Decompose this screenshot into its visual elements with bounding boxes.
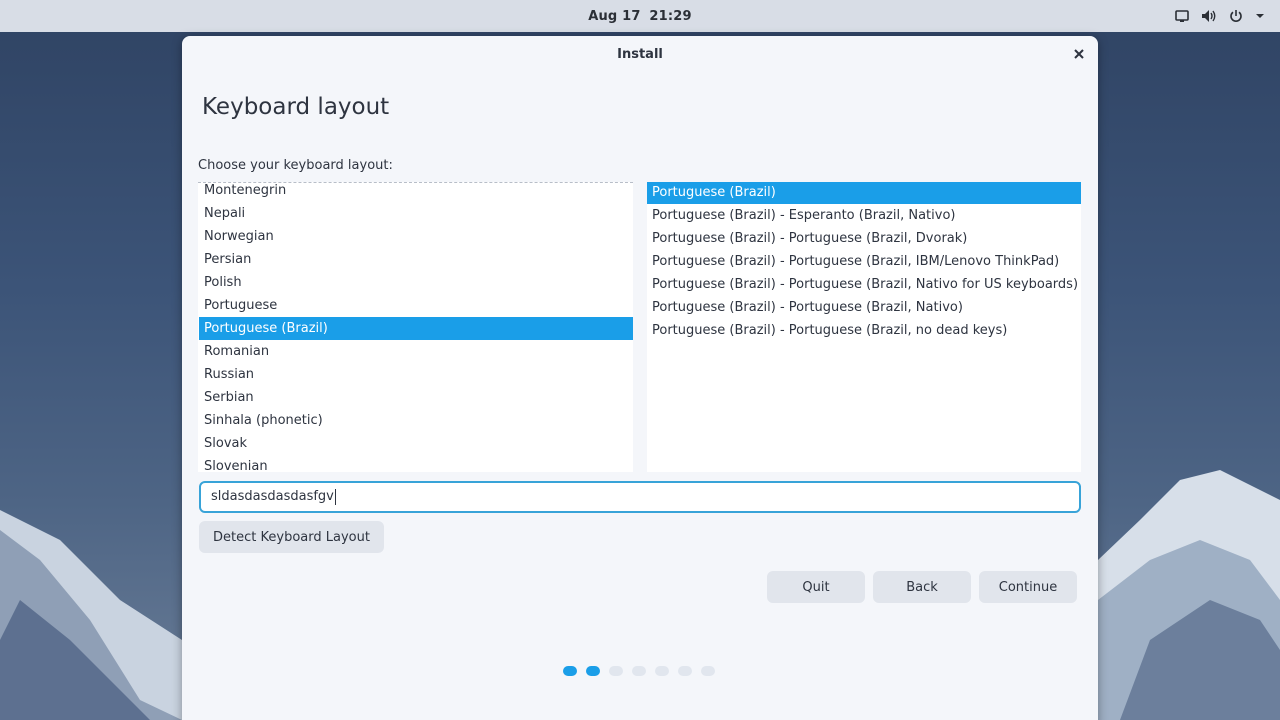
layout-list-item[interactable]: Norwegian [199, 225, 633, 248]
layout-list-item[interactable]: Nepali [199, 202, 633, 225]
variant-list-item[interactable]: Portuguese (Brazil) - Esperanto (Brazil,… [647, 204, 1081, 227]
back-button[interactable]: Back [873, 571, 971, 603]
variant-list-item[interactable]: Portuguese (Brazil) [647, 182, 1081, 204]
layout-list[interactable]: Montenegrin Nepali Norwegian Persian Polish P… [198, 182, 633, 472]
layout-list-item[interactable]: Slovak [199, 432, 633, 455]
keyboard-test-input[interactable]: sldasdasdasdasfgv [199, 481, 1081, 513]
close-button[interactable] [1070, 45, 1088, 63]
screen-icon[interactable] [1174, 8, 1190, 24]
clock[interactable]: Aug 17 21:29 [586, 9, 694, 24]
install-window: Install Keyboard layout Choose your keyb… [182, 36, 1098, 720]
progress-dot [701, 666, 715, 676]
layout-prompt: Choose your keyboard layout: [198, 158, 393, 173]
volume-icon[interactable] [1200, 8, 1218, 24]
progress-dot [632, 666, 646, 676]
top-bar: Aug 17 21:29 [0, 0, 1280, 32]
layout-list-item[interactable]: Romanian [199, 340, 633, 363]
layout-list-item[interactable]: Portuguese [199, 294, 633, 317]
close-icon [1074, 49, 1084, 59]
caret-down-icon[interactable] [1254, 8, 1266, 24]
variant-list-item[interactable]: Portuguese (Brazil) - Portuguese (Brazil… [647, 319, 1081, 342]
variant-list-item[interactable]: Portuguese (Brazil) - Portuguese (Brazil… [647, 227, 1081, 250]
window-title: Install [617, 46, 663, 62]
layout-list-item[interactable]: Montenegrin [199, 183, 633, 202]
layout-list-item[interactable]: Persian [199, 248, 633, 271]
progress-dot [655, 666, 669, 676]
progress-indicator [563, 666, 715, 676]
clock-time: 21:29 [649, 8, 692, 24]
layout-list-item[interactable]: Slovenian [199, 455, 633, 472]
clock-date: Aug 17 [588, 8, 641, 24]
system-tray[interactable] [1174, 0, 1266, 32]
progress-dot [609, 666, 623, 676]
progress-dot [563, 666, 577, 676]
keyboard-test-text: sldasdasdasdasfgv [211, 489, 334, 504]
title-bar[interactable]: Install [182, 36, 1098, 72]
variant-list-item[interactable]: Portuguese (Brazil) - Portuguese (Brazil… [647, 296, 1081, 319]
variant-list[interactable]: Portuguese (Brazil) Portuguese (Brazil) -… [647, 182, 1081, 472]
continue-button[interactable]: Continue [979, 571, 1077, 603]
layout-list-item[interactable]: Portuguese (Brazil) [199, 317, 633, 340]
layout-list-item[interactable]: Russian [199, 363, 633, 386]
variant-list-item[interactable]: Portuguese (Brazil) - Portuguese (Brazil… [647, 273, 1081, 296]
progress-dot [678, 666, 692, 676]
layout-list-item[interactable]: Sinhala (phonetic) [199, 409, 633, 432]
detect-keyboard-layout-button[interactable]: Detect Keyboard Layout [199, 521, 384, 553]
layout-list-item[interactable]: Serbian [199, 386, 633, 409]
text-caret [334, 488, 336, 505]
power-icon[interactable] [1228, 8, 1244, 24]
progress-dot [586, 666, 600, 676]
layout-list-item[interactable]: Polish [199, 271, 633, 294]
quit-button[interactable]: Quit [767, 571, 865, 603]
page-title: Keyboard layout [202, 94, 390, 120]
variant-list-item[interactable]: Portuguese (Brazil) - Portuguese (Brazil… [647, 250, 1081, 273]
